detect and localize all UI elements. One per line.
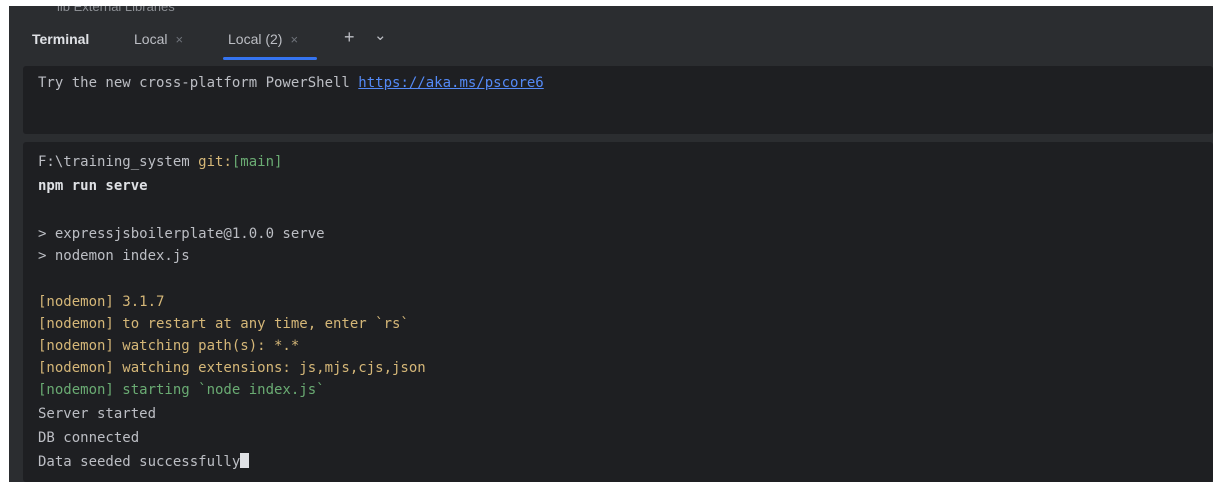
- prompt-path: F:\training_system: [38, 154, 199, 170]
- ide-window: lib External Libraries Terminal Local × L…: [9, 6, 1213, 482]
- project-tree-item: lib External Libraries: [57, 6, 175, 14]
- command-line: npm run serve: [38, 178, 148, 194]
- output-line: > nodemon index.js: [38, 248, 190, 264]
- tab-local-2[interactable]: Local (2) ×: [228, 31, 298, 47]
- nodemon-line: [nodemon] 3.1.7: [38, 294, 165, 310]
- prompt-line: F:\training_system git:[main]: [38, 152, 282, 172]
- terminal-title: Terminal: [32, 31, 90, 47]
- tab-local[interactable]: Local ×: [134, 31, 183, 47]
- log-line: Server started: [38, 406, 157, 422]
- terminal-cursor: [240, 453, 250, 468]
- log-line-last: Data seeded successfully: [38, 452, 250, 472]
- terminal-pane-main[interactable]: F:\training_system git:[main] npm run se…: [23, 142, 1213, 482]
- output-line: > expressjsboilerplate@1.0.0 serve: [38, 226, 325, 242]
- terminal-tabbar: Terminal Local × Local (2) × + ⌄: [9, 18, 1213, 60]
- close-icon[interactable]: ×: [290, 32, 298, 47]
- tab-local-2-label: Local (2): [228, 31, 283, 47]
- new-tab-button[interactable]: +: [344, 27, 355, 48]
- nodemon-line: [nodemon] watching extensions: js,mjs,cj…: [38, 360, 426, 376]
- powershell-link[interactable]: https://aka.ms/pscore6: [358, 75, 543, 91]
- prompt-branch: [main]: [231, 154, 283, 170]
- powershell-hint-line: Try the new cross-platform PowerShell ht…: [38, 73, 544, 93]
- log-line: DB connected: [38, 430, 140, 446]
- project-tree-peek: lib External Libraries: [9, 6, 479, 18]
- nodemon-line: [nodemon] to restart at any time, enter …: [38, 316, 409, 332]
- powershell-hint-text: Try the new cross-platform PowerShell: [38, 75, 359, 91]
- tab-local-label: Local: [134, 31, 168, 47]
- nodemon-line: [nodemon] watching path(s): *.*: [38, 338, 300, 354]
- active-tab-indicator: [223, 57, 317, 60]
- nodemon-line: [nodemon] starting `node index.js`: [38, 382, 325, 398]
- prompt-git: git:: [198, 154, 232, 170]
- chevron-down-icon[interactable]: ⌄: [374, 26, 387, 44]
- terminal-pane-top[interactable]: Try the new cross-platform PowerShell ht…: [23, 66, 1213, 134]
- log-text: Data seeded successfully: [38, 454, 241, 470]
- close-icon[interactable]: ×: [175, 32, 183, 47]
